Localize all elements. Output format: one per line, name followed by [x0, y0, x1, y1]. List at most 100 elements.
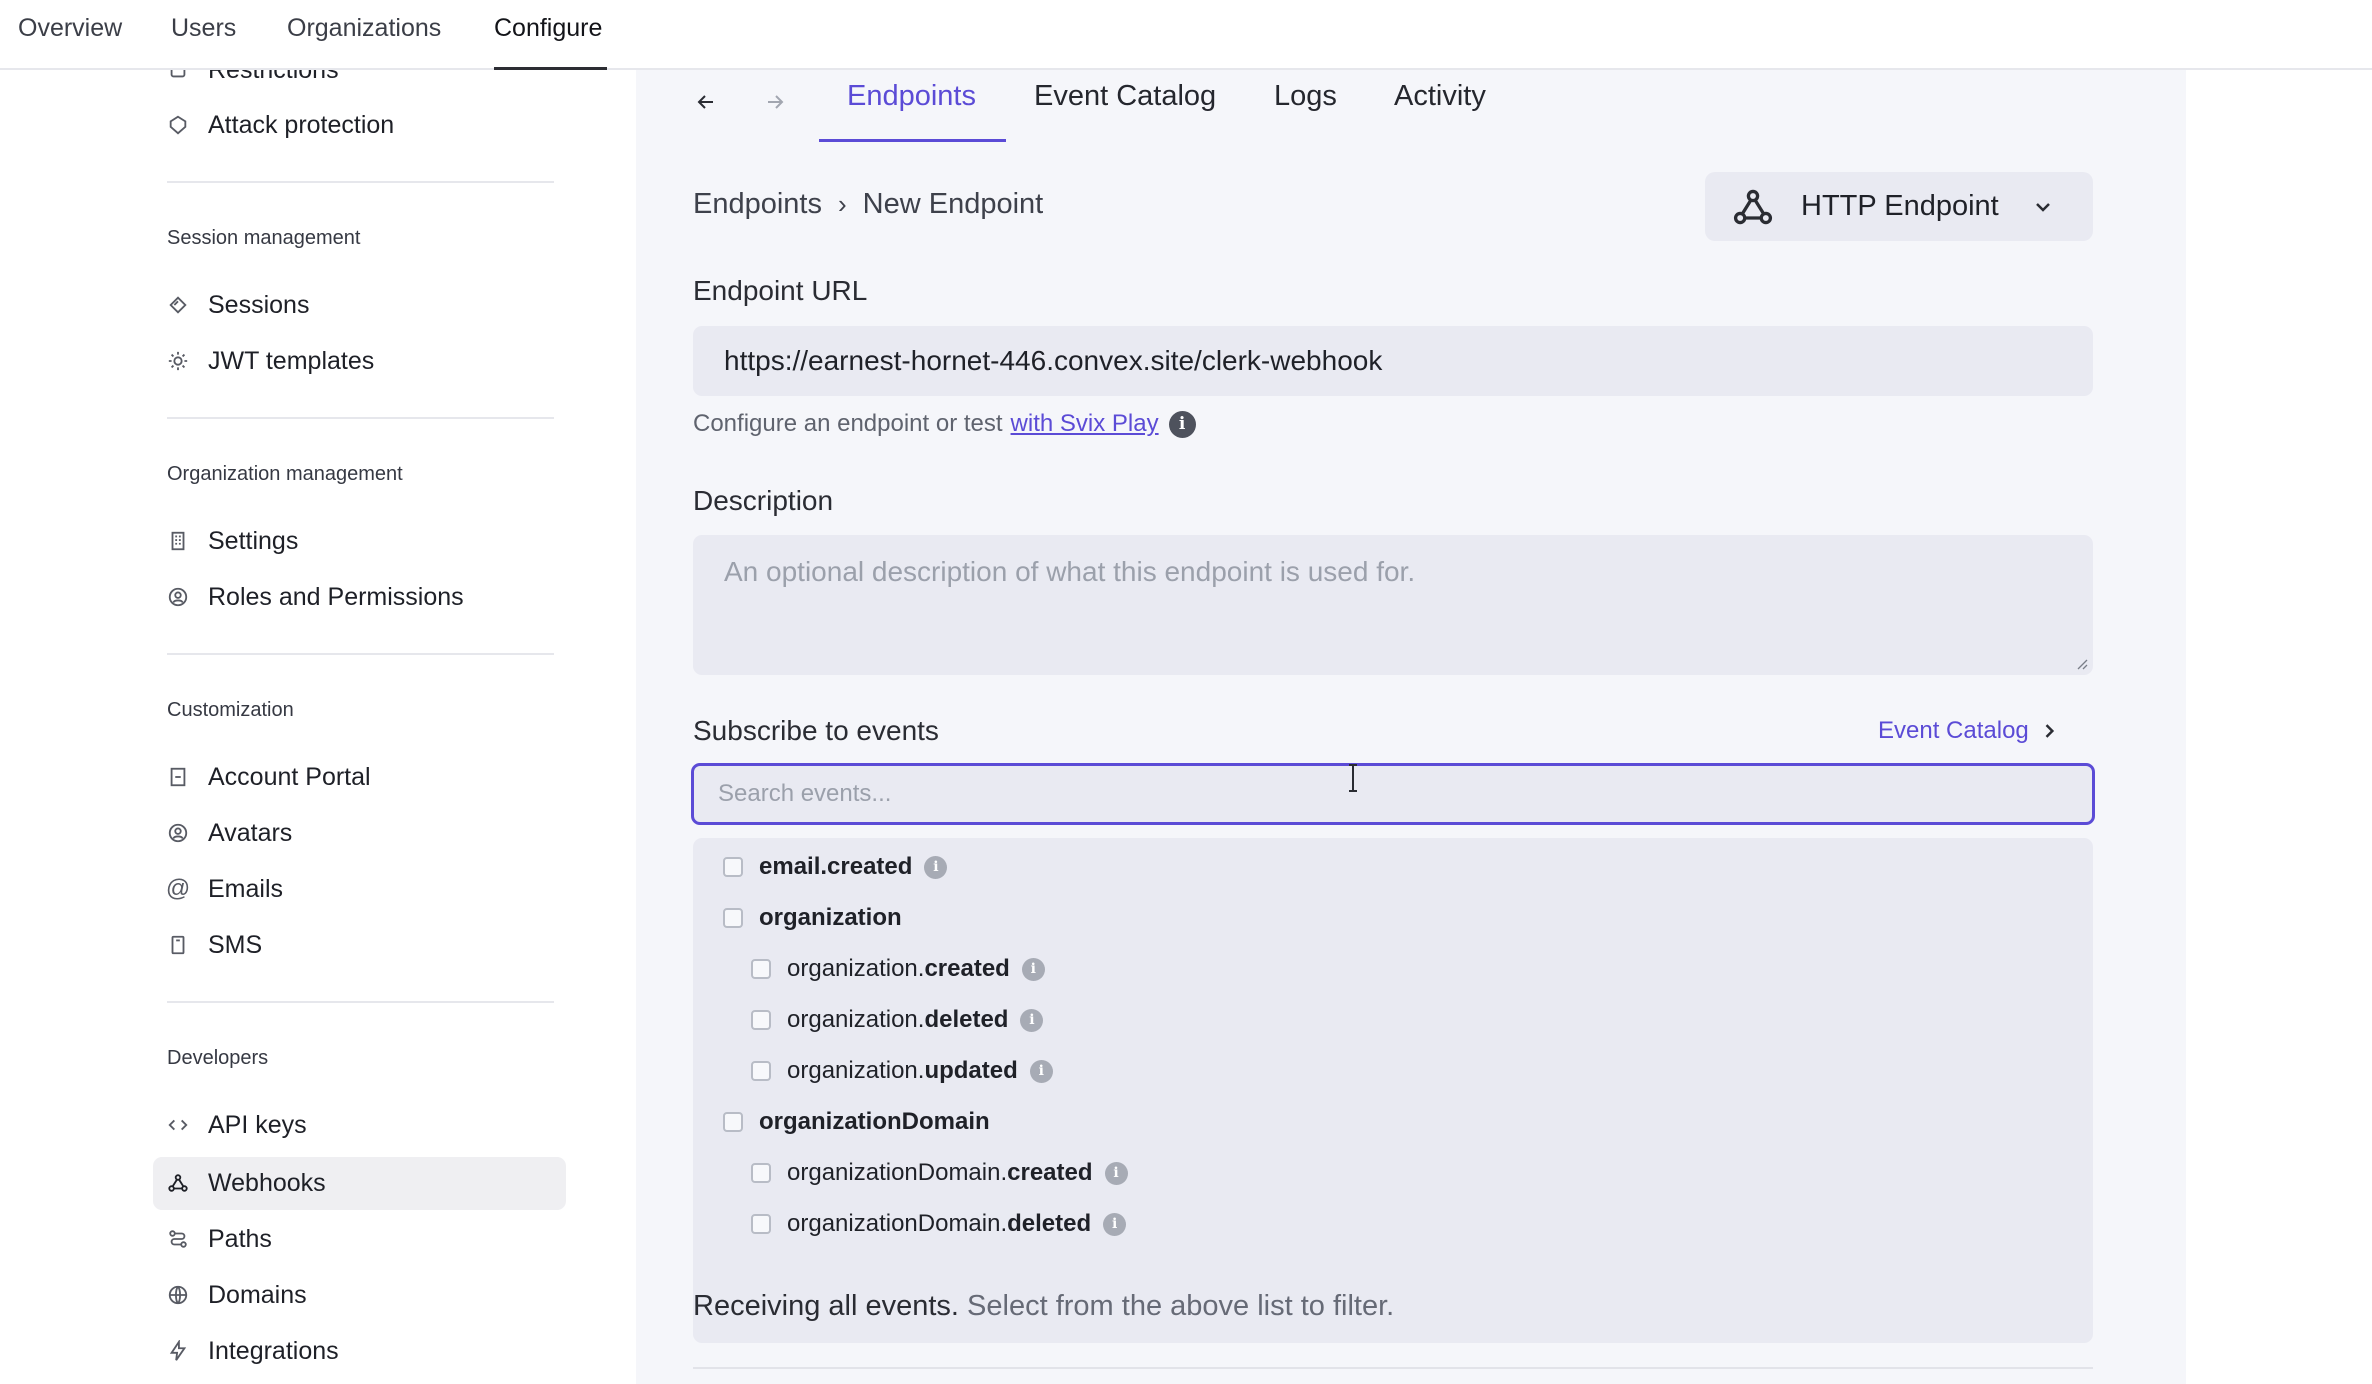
subscribe-events-label: Subscribe to events — [693, 715, 939, 746]
sidebar-divider — [167, 417, 554, 419]
event-name: organizationDomain — [759, 1108, 990, 1135]
sidebar-item-label: SMS — [208, 930, 263, 959]
info-icon[interactable]: i — [1021, 957, 1045, 981]
resize-handle-icon[interactable] — [2076, 658, 2088, 670]
sidebar-item-label: Roles and Permissions — [208, 582, 464, 611]
sessions-icon — [167, 294, 189, 316]
sidebar-divider — [167, 1001, 554, 1003]
avatar-icon — [167, 822, 189, 844]
info-icon[interactable]: i — [924, 855, 948, 879]
event-catalog-link[interactable]: Event Catalog — [1878, 717, 2059, 745]
event-checkbox[interactable] — [751, 1061, 771, 1081]
sidebar-item-domains[interactable]: Domains — [167, 1275, 307, 1315]
event-checkbox[interactable] — [751, 959, 771, 979]
tab-event-catalog[interactable]: Event Catalog — [1034, 80, 1216, 113]
event-checkbox[interactable] — [751, 1214, 771, 1234]
endpoint-type-select[interactable]: HTTP Endpoint — [1705, 172, 2093, 241]
svix-play-link[interactable]: with Svix Play — [1011, 410, 1159, 438]
receiving-hint: Select from the above list to filter. — [967, 1290, 1395, 1322]
sidebar-item-label: Domains — [208, 1280, 307, 1309]
nav-overview[interactable]: Overview — [18, 14, 122, 43]
gear-icon — [167, 350, 189, 372]
route-icon — [167, 1228, 189, 1250]
sidebar-item-roles[interactable]: Roles and Permissions — [167, 577, 464, 617]
event-prefix: organization. — [787, 1006, 925, 1033]
events-list: email.created i organization organizatio… — [693, 838, 2093, 1343]
restrictions-icon — [167, 70, 189, 81]
at-sign-icon: @ — [165, 875, 191, 902]
sidebar-item-label: Account Portal — [208, 762, 371, 791]
tab-activity[interactable]: Activity — [1394, 80, 1486, 113]
event-row-organization-domain-created[interactable]: organizationDomain. created i — [751, 1155, 1128, 1191]
info-icon[interactable]: i — [1168, 410, 1196, 438]
sidebar-item-emails[interactable]: @ Emails — [165, 869, 283, 909]
tab-logs[interactable]: Logs — [1274, 80, 1337, 113]
top-navigation: Overview Users Organizations Configure — [0, 0, 2372, 70]
portal-icon — [167, 766, 189, 788]
sidebar-item-restrictions[interactable]: Restrictions — [167, 70, 339, 90]
event-catalog-link-label: Event Catalog — [1878, 717, 2029, 744]
event-name: deleted — [1007, 1210, 1092, 1237]
event-row-email-created[interactable]: email.created i — [723, 849, 948, 885]
sidebar-item-settings[interactable]: Settings — [167, 521, 298, 561]
sidebar-item-webhooks[interactable]: Webhooks — [167, 1163, 326, 1203]
sidebar-item-label: Settings — [208, 526, 299, 555]
breadcrumb-current: New Endpoint — [862, 188, 1044, 220]
sidebar-item-attack-protection[interactable]: Attack protection — [167, 105, 394, 145]
phone-icon — [167, 934, 189, 956]
event-row-organization-created[interactable]: organization. created i — [751, 951, 1045, 987]
description-label: Description — [693, 485, 834, 516]
sidebar-item-account-portal[interactable]: Account Portal — [167, 757, 371, 797]
nav-configure[interactable]: Configure — [494, 14, 602, 43]
shield-icon — [167, 114, 189, 136]
section-developers: Developers — [167, 1047, 269, 1069]
nav-users[interactable]: Users — [171, 14, 236, 43]
sidebar-item-integrations[interactable]: Integrations — [167, 1331, 339, 1371]
chevron-right-icon — [2045, 724, 2054, 738]
endpoint-panel: Endpoints Event Catalog Logs Activity En… — [636, 70, 2186, 1384]
description-input[interactable] — [693, 535, 2093, 675]
sidebar-item-sessions[interactable]: Sessions — [167, 285, 309, 325]
sidebar-item-jwt-templates[interactable]: JWT templates — [167, 341, 374, 381]
forward-arrow-icon[interactable] — [755, 82, 795, 122]
sidebar-item-api-keys[interactable]: API keys — [167, 1105, 307, 1145]
event-row-organization-updated[interactable]: organization. updated i — [751, 1053, 1053, 1089]
section-customization: Customization — [167, 699, 294, 721]
sidebar-item-avatars[interactable]: Avatars — [167, 813, 292, 853]
endpoint-url-input[interactable] — [693, 326, 2093, 396]
back-arrow-icon[interactable] — [686, 82, 726, 122]
sidebar-item-label: Sessions — [208, 290, 310, 319]
webhook-icon — [1733, 189, 1773, 224]
info-icon[interactable]: i — [1020, 1008, 1044, 1032]
event-row-organization-deleted[interactable]: organization. deleted i — [751, 1002, 1044, 1038]
info-icon[interactable]: i — [1029, 1059, 1053, 1083]
sidebar-item-label: Attack protection — [208, 110, 395, 139]
sidebar-item-label: API keys — [208, 1110, 307, 1139]
webhook-icon — [167, 1172, 189, 1194]
sidebar-item-paths[interactable]: Paths — [167, 1219, 272, 1259]
sidebar-item-label: JWT templates — [208, 346, 375, 375]
sidebar-divider — [167, 181, 554, 183]
sidebar-item-sms[interactable]: SMS — [167, 925, 262, 965]
event-row-organization[interactable]: organization — [723, 900, 902, 936]
info-icon[interactable]: i — [1104, 1161, 1128, 1185]
event-checkbox[interactable] — [751, 1163, 771, 1183]
sidebar-item-label: Integrations — [208, 1336, 339, 1365]
event-row-organization-domain[interactable]: organizationDomain — [723, 1104, 990, 1140]
event-prefix: organization. — [787, 1057, 925, 1084]
event-checkbox[interactable] — [723, 1112, 743, 1132]
event-name: organization — [759, 904, 902, 931]
tab-endpoints[interactable]: Endpoints — [847, 80, 976, 113]
event-checkbox[interactable] — [751, 1010, 771, 1030]
search-events-input[interactable] — [691, 763, 2095, 825]
breadcrumb-endpoints[interactable]: Endpoints — [693, 188, 822, 221]
info-icon[interactable]: i — [1103, 1212, 1127, 1236]
endpoint-url-label: Endpoint URL — [693, 275, 868, 306]
nav-organizations[interactable]: Organizations — [287, 14, 441, 43]
event-row-organization-domain-deleted[interactable]: organizationDomain. deleted i — [751, 1206, 1127, 1242]
bolt-icon — [167, 1340, 189, 1362]
breadcrumb: Endpoints › New Endpoint — [693, 188, 1043, 221]
event-checkbox[interactable] — [723, 908, 743, 928]
breadcrumb-separator: › — [838, 189, 847, 219]
event-checkbox[interactable] — [723, 857, 743, 877]
